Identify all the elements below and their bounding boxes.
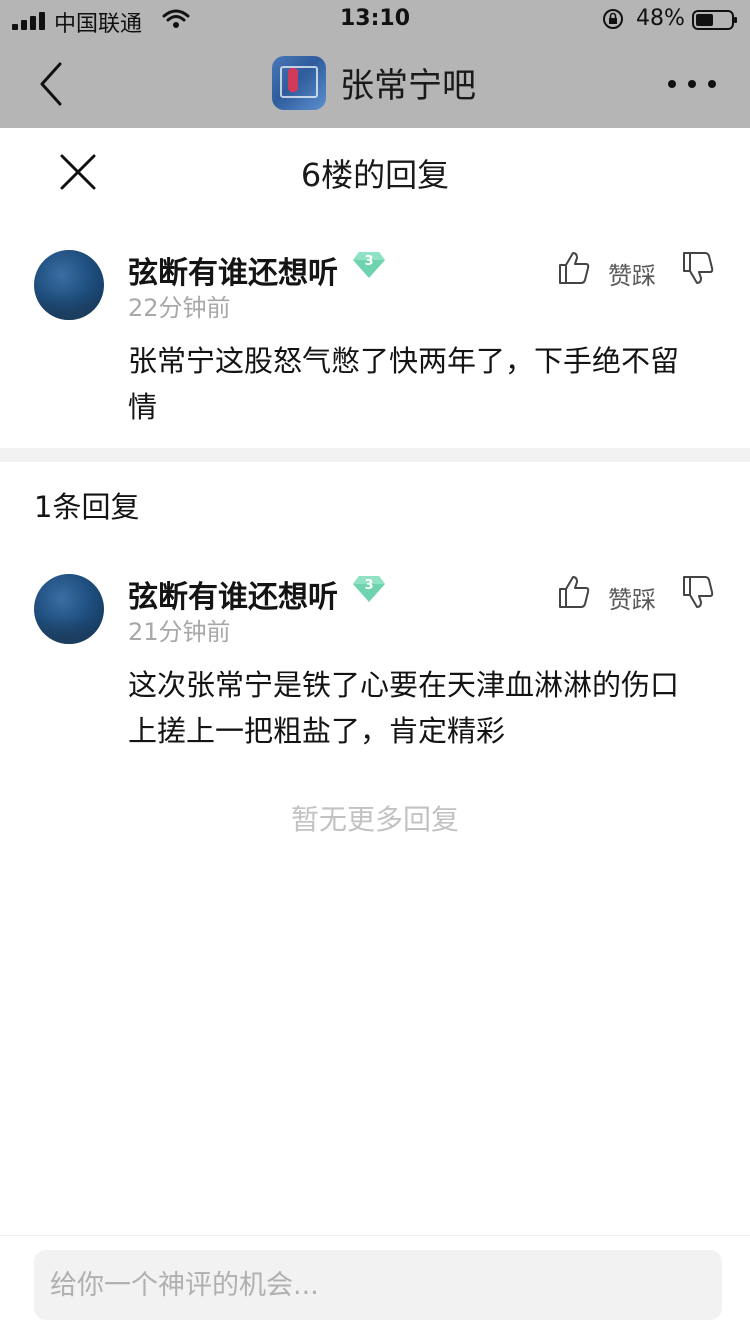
thumbs-down-icon[interactable] xyxy=(680,250,716,286)
thumbs-up-icon[interactable] xyxy=(556,250,592,286)
forum-name[interactable]: 张常宁吧 xyxy=(340,58,476,107)
username[interactable]: 弦断有谁还想听 xyxy=(128,248,338,292)
sheet-title: 6楼的回复 xyxy=(300,156,450,194)
back-arrow-icon[interactable] xyxy=(34,62,70,106)
sheet-header: 6楼的回复 xyxy=(0,128,750,216)
level-badge: 3 xyxy=(352,250,386,280)
forum-nav-bar: 张常宁吧 xyxy=(0,40,750,128)
level-badge: 3 xyxy=(352,574,386,604)
thumbs-up-icon[interactable] xyxy=(556,574,592,610)
top-area: 中国联通 13:10 48% 张常宁吧 xyxy=(0,0,750,128)
comment-time: 22分钟前 xyxy=(128,294,231,322)
vote-label: 赞踩 xyxy=(608,262,656,290)
more-icon[interactable] xyxy=(668,80,716,90)
username[interactable]: 弦断有谁还想听 xyxy=(128,572,338,616)
comment-text: 这次张常宁是铁了心要在天津血淋淋的伤口上搓上一把粗盐了，肯定精彩 xyxy=(128,668,680,748)
avatar[interactable] xyxy=(34,574,104,644)
bottom-input-bar xyxy=(0,1236,750,1334)
no-more-replies: 暂无更多回复 xyxy=(290,803,459,836)
reply-input[interactable] xyxy=(34,1250,722,1320)
section-divider xyxy=(0,448,750,462)
comment-text: 张常宁这股怒气憋了快两年了，下手绝不留情 xyxy=(128,344,680,424)
status-bar: 中国联通 13:10 48% xyxy=(0,0,750,40)
thumbs-down-icon[interactable] xyxy=(680,574,716,610)
avatar[interactable] xyxy=(34,250,104,320)
comment-time: 21分钟前 xyxy=(128,618,231,646)
vote-label: 赞踩 xyxy=(608,586,656,614)
level-number: 3 xyxy=(364,578,374,593)
rotation-lock-icon xyxy=(603,9,623,29)
level-number: 3 xyxy=(364,254,374,269)
forum-avatar[interactable] xyxy=(272,56,326,110)
reply-count: 1条回复 xyxy=(34,490,140,524)
battery-percent: 48% xyxy=(636,6,685,31)
battery-icon xyxy=(692,10,737,30)
